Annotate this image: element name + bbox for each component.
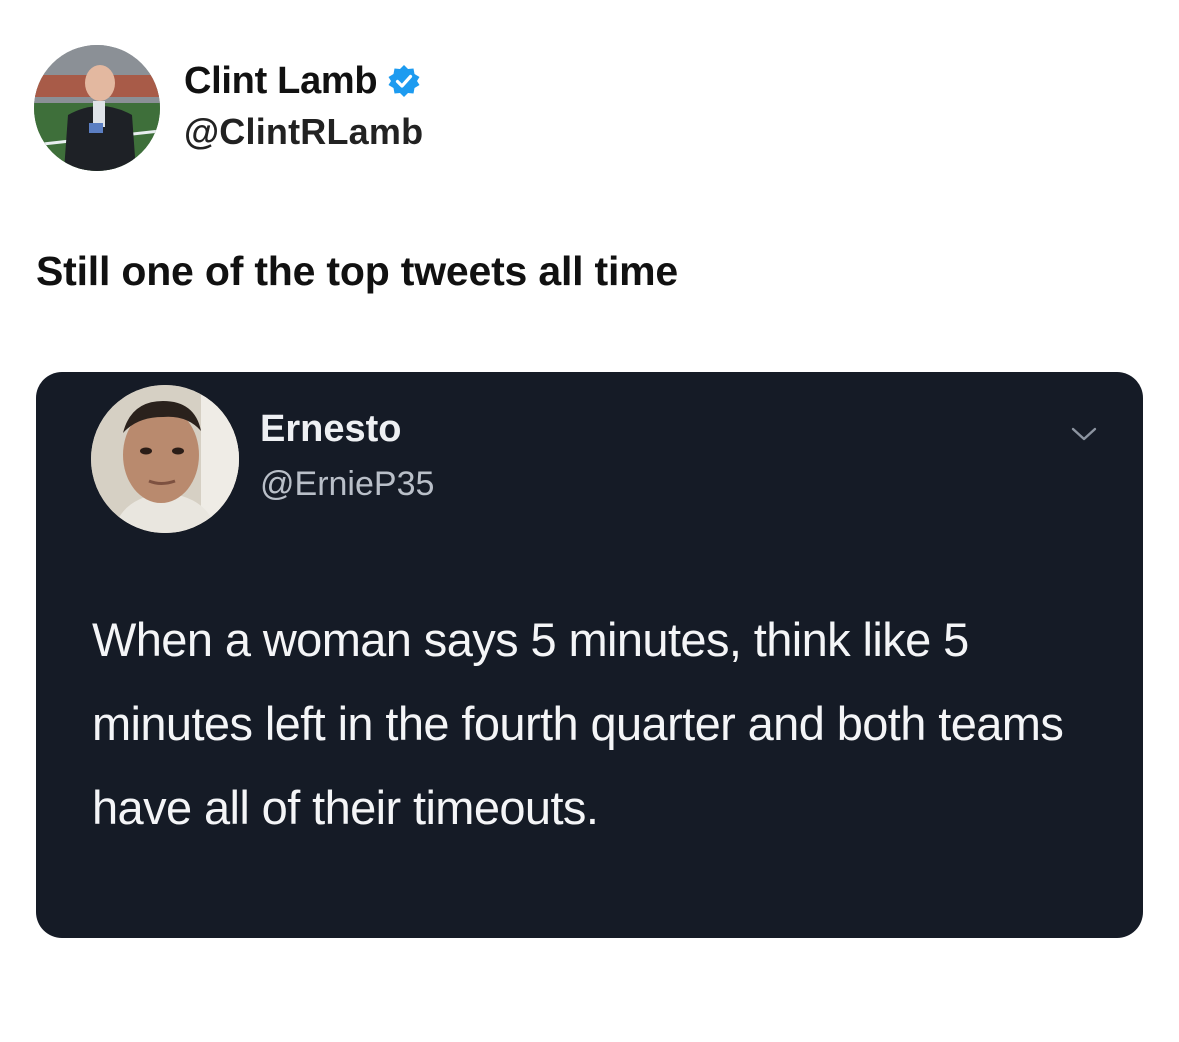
tweet-header: Clint Lamb @ClintRLamb xyxy=(34,45,423,171)
author-avatar[interactable] xyxy=(34,45,160,171)
quoted-author-avatar[interactable] xyxy=(91,385,239,533)
quoted-tweet-text: When a woman says 5 minutes, think like … xyxy=(92,613,1064,834)
quoted-author-handle[interactable]: @ErnieP35 xyxy=(260,465,434,504)
tweet-text: Still one of the top tweets all time xyxy=(36,248,679,294)
avatar-photo-illustration xyxy=(34,45,160,171)
quoted-tweet-card[interactable]: Ernesto @ErnieP35 When a woman says 5 mi… xyxy=(36,372,1143,938)
quoted-author-display-name[interactable]: Ernesto xyxy=(260,408,434,451)
avatar-photo-illustration xyxy=(91,385,239,533)
author-display-name[interactable]: Clint Lamb xyxy=(184,60,378,103)
verified-badge-icon xyxy=(387,64,421,98)
quoted-author-names: Ernesto @ErnieP35 xyxy=(260,408,434,504)
display-name-row: Clint Lamb xyxy=(184,60,423,103)
chevron-down-icon[interactable] xyxy=(1071,424,1097,444)
author-handle[interactable]: @ClintRLamb xyxy=(184,111,423,153)
author-names: Clint Lamb @ClintRLamb xyxy=(184,60,423,153)
